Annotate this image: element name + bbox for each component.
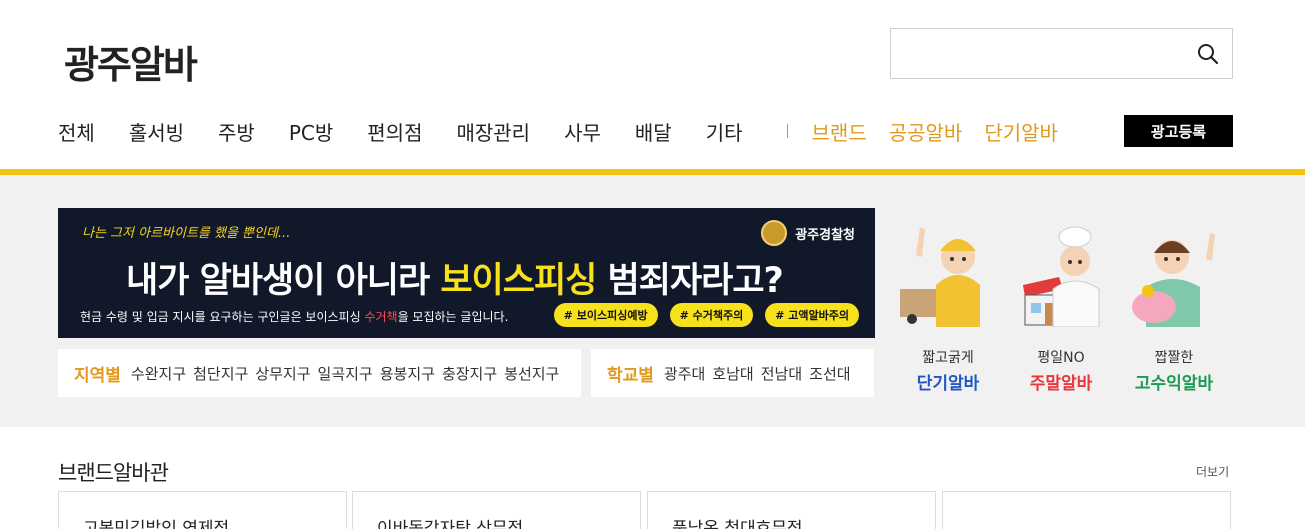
nav-item-store-management[interactable]: 매장관리 [456, 117, 530, 146]
main-nav: 전체 홀서빙 주방 PC방 편의점 매장관리 사무 배달 기타 브랜드 공공알바… [58, 117, 1080, 145]
school-link[interactable]: 조선대 [809, 363, 850, 384]
banner-police-label: 광주경찰청 [761, 220, 855, 246]
brand-card-name: 이바돔감자탕 상무점 [377, 519, 524, 529]
banner-description: 현금 수령 및 입금 지시를 요구하는 구인글은 보이스피싱 수거책을 모집하는… [80, 308, 508, 325]
brand-card[interactable]: 고봉민김밥인 연제점 [58, 491, 347, 529]
police-name: 광주경찰청 [795, 227, 855, 243]
region-link[interactable]: 용봉지구 [380, 363, 435, 384]
promo-sub: 짭짤한 [1154, 350, 1194, 366]
banner-title-highlight: 보이스피싱 [440, 261, 597, 301]
region-link[interactable]: 상무지구 [255, 363, 310, 384]
banner-title-post: 범죄자라고? [596, 261, 784, 301]
promo-sub: 평일NO [1037, 350, 1085, 366]
banner-tag: # 고액알바주의 [765, 303, 859, 327]
brand-section-title: 브랜드알바관 [58, 461, 169, 485]
region-link[interactable]: 첨단지구 [193, 363, 248, 384]
brand-card[interactable] [942, 491, 1231, 529]
promo-sub: 짧고굵게 [922, 350, 974, 366]
nav-item-brand[interactable]: 브랜드 [812, 117, 867, 146]
banner-tag: # 보이스피싱예방 [553, 303, 658, 327]
promo-main: 단기알바 [916, 374, 980, 394]
nav-item-public-job[interactable]: 공공알바 [889, 117, 963, 146]
school-link[interactable]: 전남대 [761, 363, 802, 384]
ad-register-button[interactable]: 광고등록 [1124, 115, 1233, 147]
banner-desc-red: 수거책 [364, 310, 398, 324]
brand-card[interactable]: 이바돔감자탕 상무점 [352, 491, 641, 529]
site-logo[interactable]: 광주알바 [64, 34, 198, 89]
voice-phishing-banner[interactable]: 나는 그저 아르바이트를 했을 뿐인데... 광주경찰청 내가 알바생이 아니라… [58, 208, 875, 338]
region-link[interactable]: 수완지구 [131, 363, 186, 384]
brand-card-name: 풍남옥 첨대호무점 [672, 519, 803, 529]
nav-item-convenience-store[interactable]: 편의점 [367, 117, 422, 146]
promo-short-term[interactable]: 짧고굵게 단기알바 [893, 215, 1003, 394]
school-link[interactable]: 호남대 [712, 363, 753, 384]
banner-desc-pre: 현금 수령 및 입금 지시를 요구하는 구인글은 보이스피싱 [80, 310, 365, 324]
banner-tag: # 수거책주의 [669, 303, 754, 327]
school-filter: 학교별 광주대 호남대 전남대 조선대 [591, 349, 874, 397]
nav-item-all[interactable]: 전체 [58, 117, 95, 146]
banner-small-text: 나는 그저 아르바이트를 했을 뿐인데... [82, 226, 291, 241]
delivery-worker-icon [900, 227, 980, 327]
promo-main: 주말알바 [1029, 374, 1093, 394]
more-link[interactable]: 더보기 [1196, 463, 1229, 480]
nav-item-delivery[interactable]: 배달 [635, 117, 672, 146]
search-box[interactable] [890, 28, 1233, 79]
brand-card-name: 고봉민김밥인 연제점 [83, 519, 230, 529]
region-link[interactable]: 일곡지구 [318, 363, 373, 384]
banner-desc-post: 을 모집하는 글입니다. [397, 310, 509, 324]
banner-tags: # 보이스피싱예방 # 수거책주의 # 고액알바주의 [542, 303, 859, 327]
nav-item-etc[interactable]: 기타 [706, 117, 743, 146]
promo-weekend[interactable]: 평일NO 주말알바 [1006, 215, 1116, 394]
banner-title: 내가 알바생이 아니라 보이스피싱 범죄자라고? [126, 252, 784, 303]
region-filter: 지역별 수완지구 첨단지구 상무지구 일곡지구 용봉지구 충장지구 봉선지구 [58, 349, 581, 397]
school-link[interactable]: 광주대 [664, 363, 705, 384]
nav-item-pc-room[interactable]: PC방 [289, 117, 333, 146]
header: 광주알바 전체 홀서빙 주방 PC방 편의점 매장관리 사무 배달 기타 브랜드… [0, 0, 1305, 175]
search-icon[interactable] [1196, 42, 1220, 66]
banner-title-pre: 내가 알바생이 아니라 [126, 261, 441, 301]
piggy-bank-worker-icon [1132, 233, 1215, 327]
nav-divider [786, 124, 788, 138]
region-link[interactable]: 충장지구 [442, 363, 497, 384]
school-filter-heading: 학교별 [607, 365, 654, 386]
promo-high-income[interactable]: 짭짤한 고수익알바 [1119, 215, 1229, 394]
brand-card[interactable]: 풍남옥 첨대호무점 [647, 491, 936, 529]
nav-item-short-term[interactable]: 단기알바 [984, 117, 1058, 146]
nav-item-kitchen[interactable]: 주방 [218, 117, 255, 146]
chef-icon [1023, 226, 1100, 328]
search-input[interactable] [901, 39, 1181, 69]
police-badge-icon [761, 220, 788, 246]
nav-item-office[interactable]: 사무 [564, 117, 601, 146]
nav-item-hall-serving[interactable]: 홀서빙 [129, 117, 184, 146]
region-filter-heading: 지역별 [74, 365, 121, 386]
promo-main: 고수익알바 [1134, 374, 1214, 394]
region-link[interactable]: 봉선지구 [504, 363, 559, 384]
